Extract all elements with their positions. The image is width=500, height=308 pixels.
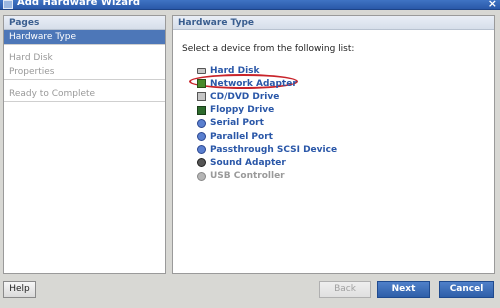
close-button[interactable]: ×	[488, 0, 497, 10]
cd-dvd-icon	[197, 92, 206, 102]
device-label: Serial Port	[210, 118, 264, 129]
back-button: Back	[319, 281, 371, 298]
wizard-icon	[3, 0, 13, 9]
device-sound-adapter[interactable]: Sound Adapter	[197, 156, 337, 169]
device-label: Parallel Port	[210, 131, 273, 142]
device-label: Hard Disk	[210, 65, 260, 76]
next-button[interactable]: Next	[377, 281, 430, 298]
device-usb-controller: USB Controller	[197, 170, 337, 183]
device-label: Passthrough SCSI Device	[210, 144, 338, 155]
device-label: Floppy Drive	[210, 105, 275, 116]
usb-icon	[197, 171, 206, 181]
network-adapter-icon	[197, 79, 206, 89]
serial-port-icon	[197, 118, 206, 128]
device-cd-dvd-drive[interactable]: CD/DVD Drive	[197, 90, 337, 103]
cancel-button[interactable]: Cancel	[439, 281, 494, 298]
instruction-text: Select a device from the following list:	[182, 44, 355, 54]
parallel-port-icon	[197, 132, 206, 142]
page-item-ready-to-complete: Ready to Complete	[9, 89, 96, 99]
device-network-adapter[interactable]: Network Adapter	[197, 77, 337, 90]
help-button[interactable]: Help	[3, 281, 36, 298]
hardware-type-panel: Hardware Type Select a device from the f…	[172, 15, 495, 274]
sound-adapter-icon	[197, 158, 206, 168]
scsi-icon	[197, 145, 206, 155]
hard-disk-icon	[197, 67, 206, 74]
page-item-hardware-type[interactable]: Hardware Type	[4, 30, 165, 44]
title-bar: Add Hardware Wizard ×	[0, 0, 500, 10]
device-hard-disk[interactable]: Hard Disk	[197, 64, 337, 77]
pages-panel: Pages Hardware Type Hard Disk Properties…	[3, 15, 166, 274]
device-label: USB Controller	[210, 171, 285, 182]
device-passthrough-scsi[interactable]: Passthrough SCSI Device	[197, 143, 337, 156]
page-item-properties: Properties	[9, 67, 55, 77]
device-label: CD/DVD Drive	[210, 91, 280, 102]
hardware-type-header: Hardware Type	[173, 16, 494, 30]
pages-divider	[4, 101, 165, 102]
page-item-hard-disk: Hard Disk	[9, 53, 53, 63]
device-serial-port[interactable]: Serial Port	[197, 117, 337, 130]
window-title: Add Hardware Wizard	[17, 0, 141, 8]
device-list: Hard Disk Network Adapter CD/DVD Drive F…	[197, 64, 337, 183]
floppy-icon	[197, 105, 206, 115]
device-label: Network Adapter	[210, 78, 297, 89]
device-label: Sound Adapter	[210, 157, 286, 168]
device-parallel-port[interactable]: Parallel Port	[197, 130, 337, 143]
pages-panel-header: Pages	[4, 16, 165, 30]
device-floppy-drive[interactable]: Floppy Drive	[197, 104, 337, 117]
